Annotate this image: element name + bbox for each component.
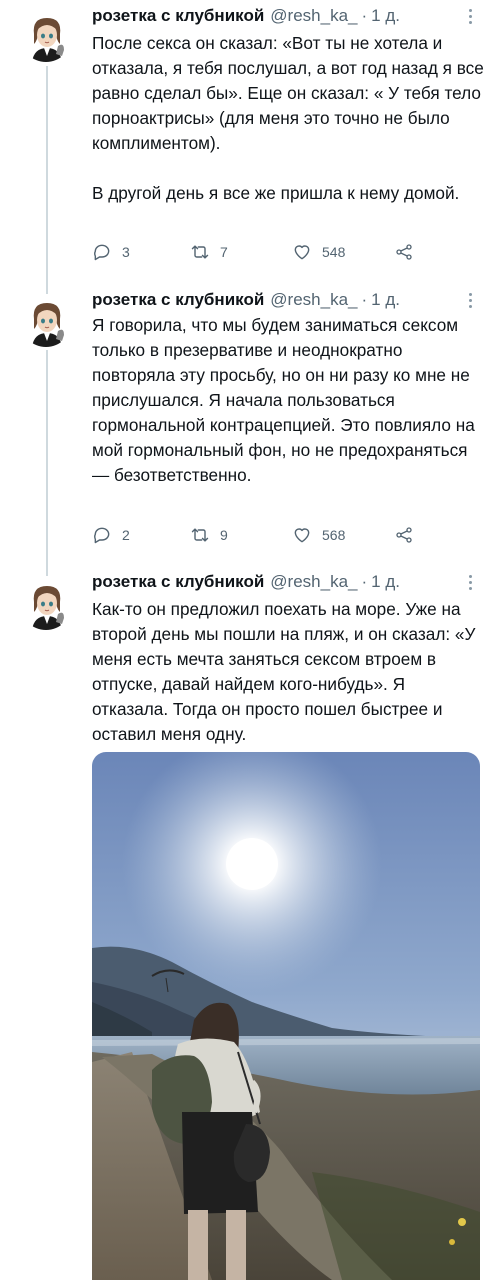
display-name[interactable]: розетка с клубникой — [92, 572, 264, 592]
retweet-icon — [190, 242, 210, 262]
tweet-photo[interactable] — [92, 752, 480, 1280]
reply-button[interactable]: 3 — [92, 240, 130, 264]
separator: · — [361, 6, 368, 25]
like-count: 548 — [322, 244, 346, 260]
user-handle[interactable]: @resh_ka_ — [270, 290, 357, 310]
tweet-header: розетка с клубникой @resh_ka_ · 1 д. — [92, 289, 400, 311]
like-count: 568 — [322, 527, 346, 543]
reply-icon — [92, 242, 112, 262]
retweet-count: 7 — [220, 244, 228, 260]
tweet-header: розетка с клубникой @resh_ka_ · 1 д. — [92, 571, 400, 593]
like-button[interactable]: 568 — [292, 523, 345, 547]
tweet-text: Как-то он предложил поехать на море. Уже… — [92, 599, 476, 744]
avatar[interactable] — [20, 10, 72, 62]
reply-icon — [92, 525, 112, 545]
retweet-icon — [190, 525, 210, 545]
heart-icon — [292, 525, 312, 545]
more-options-icon[interactable] — [462, 571, 478, 593]
share-button[interactable] — [394, 523, 414, 547]
heart-icon — [292, 242, 312, 262]
more-options-icon[interactable] — [462, 5, 478, 27]
timestamp[interactable]: 1 д. — [371, 290, 400, 310]
share-icon — [394, 242, 414, 262]
separator: · — [361, 572, 368, 591]
avatar[interactable] — [20, 578, 72, 630]
more-options-icon[interactable] — [462, 289, 478, 311]
retweet-button[interactable]: 9 — [190, 523, 228, 547]
tweet-header: розетка с клубникой @resh_ka_ · 1 д. — [92, 5, 400, 27]
tweet-text: После секса он сказал: «Вот ты не хотела… — [92, 33, 484, 203]
tweet-actions: 3 7 548 — [92, 240, 422, 264]
timestamp[interactable]: 1 д. — [371, 6, 400, 26]
timestamp[interactable]: 1 д. — [371, 572, 400, 592]
tweet-1[interactable]: розетка с клубникой @resh_ka_ · 1 д. Пос… — [0, 0, 494, 290]
reply-count: 3 — [122, 244, 130, 260]
retweet-count: 9 — [220, 527, 228, 543]
user-handle[interactable]: @resh_ka_ — [270, 572, 357, 592]
retweet-button[interactable]: 7 — [190, 240, 228, 264]
display-name[interactable]: розетка с клубникой — [92, 290, 264, 310]
share-button[interactable] — [394, 240, 414, 264]
separator: · — [361, 290, 368, 309]
tweet-text: Я говорила, что мы будем заниматься секс… — [92, 315, 475, 485]
user-handle[interactable]: @resh_ka_ — [270, 6, 357, 26]
reply-button[interactable]: 2 — [92, 523, 130, 547]
tweet-actions: 2 9 568 — [92, 523, 422, 547]
share-icon — [394, 525, 414, 545]
display-name[interactable]: розетка с клубникой — [92, 6, 264, 26]
reply-count: 2 — [122, 527, 130, 543]
avatar[interactable] — [20, 295, 72, 347]
tweet-2[interactable]: розетка с клубникой @resh_ka_ · 1 д. Я г… — [0, 285, 494, 570]
like-button[interactable]: 548 — [292, 240, 345, 264]
beach-photo — [92, 752, 480, 1280]
